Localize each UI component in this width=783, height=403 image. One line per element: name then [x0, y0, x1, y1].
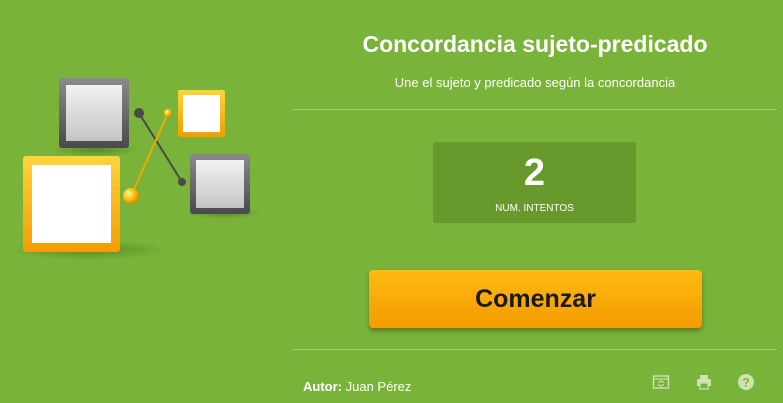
author-name: Juan Pérez: [345, 379, 412, 394]
start-button[interactable]: Comenzar: [369, 270, 702, 328]
divider-bottom: [293, 349, 777, 350]
page-title: Concordancia sujeto-predicado: [362, 31, 708, 57]
fullscreen-icon[interactable]: [652, 373, 670, 391]
info-panel: Concordancia sujeto-predicado Une el suj…: [293, 0, 777, 403]
svg-text:?: ?: [742, 375, 749, 389]
author-info: Autor: Juan Pérez: [303, 379, 411, 394]
author-label: Autor:: [303, 379, 342, 394]
page-subtitle: Une el sujeto y predicado según la conco…: [394, 75, 676, 90]
divider-top: [293, 109, 777, 110]
attempts-label: NUM. INTENTOS: [495, 203, 574, 214]
print-icon[interactable]: [695, 373, 713, 391]
attempts-count: 2: [523, 152, 546, 194]
activity-illustration: [8, 78, 262, 260]
attempts-box: 2 NUM. INTENTOS: [433, 142, 636, 223]
help-icon[interactable]: ?: [737, 373, 755, 391]
